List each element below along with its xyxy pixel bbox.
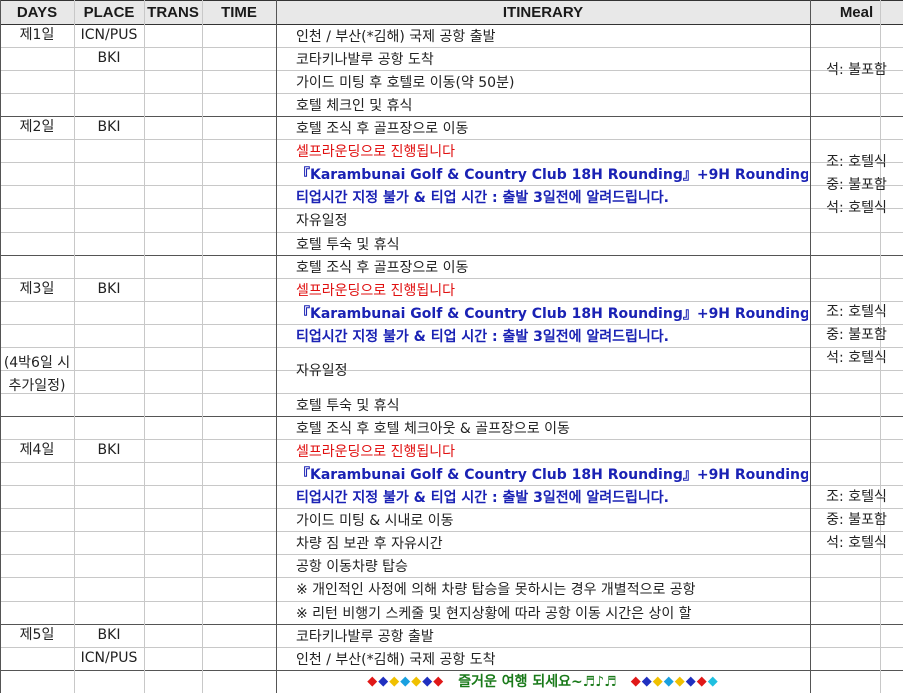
diamond-icon: ◆	[707, 673, 719, 689]
place-code: ICN/PUS	[80, 650, 138, 666]
meal-entry: 조: 호텔식	[826, 304, 887, 320]
itinerary-line: 『Karambunai Golf & Country Club 18H Roun…	[296, 305, 808, 322]
diamond-icon: ◆	[378, 673, 390, 689]
diamond-right-decoration: ◆◆◆◆◆◆◆◆	[631, 674, 719, 689]
meal-entry: 석: 불포함	[826, 61, 887, 78]
place-code: BKI	[97, 442, 121, 458]
header-meal[interactable]: Meal	[810, 0, 903, 24]
diamond-icon: ◆	[663, 673, 675, 689]
diamond-icon: ◆	[422, 673, 434, 689]
itinerary-line: ※ 개인적인 사정에 의해 차량 탑승을 못하시는 경우 개별적으로 공항	[296, 582, 696, 598]
grid-column-line	[144, 0, 145, 693]
itinerary-sheet: DAYS PLACE TRANS TIME ITINERARY Meal 제1일…	[0, 0, 903, 693]
diamond-icon: ◆	[641, 673, 653, 689]
itinerary-line: 코타키나발루 공항 도착	[296, 51, 434, 68]
itinerary-line: 가이드 미팅 후 호텔로 이동(약 50분)	[296, 74, 515, 91]
itinerary-line: 『Karambunai Golf & Country Club 18H Roun…	[296, 466, 808, 483]
diamond-icon: ◆	[411, 673, 423, 689]
itinerary-line: 공항 이동차량 탑승	[296, 558, 408, 575]
diamond-icon: ◆	[367, 673, 379, 689]
grid-column-line	[276, 0, 277, 693]
header-top-border	[0, 0, 903, 1]
meal-entry: 석: 호텔식	[826, 350, 887, 366]
day-label: 제3일	[19, 281, 55, 297]
itinerary-line: 호텔 투숙 및 휴식	[296, 236, 400, 253]
itinerary-line: 호텔 조식 후 골프장으로 이동	[296, 259, 469, 276]
itinerary-line: 차량 짐 보관 후 자유시간	[296, 535, 443, 552]
header-place[interactable]: PLACE	[74, 0, 144, 24]
itinerary-line: 가이드 미팅 & 시내로 이동	[296, 512, 454, 529]
itinerary-line: 티업시간 지정 불가 & 티업 시간 : 출발 3일전에 알려드립니다.	[296, 489, 669, 506]
itinerary-line: ※ 리턴 비행기 스케줄 및 현지상황에 따라 공항 이동 시간은 상이 할	[296, 605, 692, 622]
grid-column-line	[74, 0, 75, 693]
itinerary-line: 자유일정	[296, 363, 348, 379]
itinerary-line: 코타키나발루 공항 출발	[296, 628, 434, 645]
meal-cell: 조: 호텔식중: 불포함석: 호텔식	[810, 116, 903, 255]
day-label: 제2일	[19, 119, 55, 135]
header-itinerary[interactable]: ITINERARY	[276, 0, 810, 24]
header-days[interactable]: DAYS	[0, 0, 74, 24]
meal-entry: 중: 불포함	[826, 511, 887, 528]
diamond-left-decoration: ◆◆◆◆◆◆◆	[367, 674, 444, 689]
diamond-icon: ◆	[685, 673, 697, 689]
day-label: 제5일	[19, 627, 55, 643]
itinerary-line: 인천 / 부산(*김해) 국제 공항 출발	[296, 28, 496, 45]
diamond-icon: ◆	[696, 673, 708, 689]
itinerary-line: 티업시간 지정 불가 & 티업 시간 : 출발 3일전에 알려드립니다.	[296, 328, 669, 345]
meal-cell: 조: 호텔식중: 불포함석: 호텔식	[810, 255, 903, 416]
itinerary-line: 『Karambunai Golf & Country Club 18H Roun…	[296, 166, 808, 183]
footer-message-row: ◆◆◆◆◆◆◆ 즐거운 여행 되세요~♬♪♬ ◆◆◆◆◆◆◆◆	[276, 669, 810, 693]
diamond-icon: ◆	[630, 673, 642, 689]
day-label: 제4일	[19, 442, 55, 458]
itinerary-line: 호텔 조식 후 골프장으로 이동	[296, 120, 469, 137]
meal-entry: 조: 호텔식	[826, 154, 887, 170]
itinerary-line: 셀프라운딩으로 진행됩니다	[296, 282, 456, 299]
meal-entry: 중: 불포함	[826, 177, 887, 193]
day-label: 제1일	[19, 27, 55, 43]
meal-entry: 중: 불포함	[826, 327, 887, 343]
meal-cell: 조: 호텔식중: 불포함석: 호텔식	[810, 416, 903, 624]
grid-column-line	[202, 0, 203, 693]
itinerary-line: 인천 / 부산(*김해) 국제 공항 도착	[296, 651, 496, 668]
footer-greeting: 즐거운 여행 되세요~♬♪♬	[458, 674, 617, 690]
diamond-icon: ◆	[433, 673, 445, 689]
header-trans[interactable]: TRANS	[144, 0, 202, 24]
meal-entry: 조: 호텔식	[826, 488, 887, 505]
itinerary-line: 티업시간 지정 불가 & 티업 시간 : 출발 3일전에 알려드립니다.	[296, 189, 669, 206]
itinerary-line: 호텔 체크인 및 휴식	[296, 97, 413, 114]
meal-cell: 석: 불포함	[810, 24, 903, 116]
itinerary-line: 셀프라운딩으로 진행됩니다	[296, 443, 456, 460]
meal-entry: 석: 호텔식	[826, 534, 887, 551]
diamond-icon: ◆	[389, 673, 401, 689]
itinerary-line: 호텔 조식 후 호텔 체크아웃 & 골프장으로 이동	[296, 420, 570, 437]
itinerary-line: 자유일정	[296, 213, 348, 229]
itinerary-line: 호텔 투숙 및 휴식	[296, 397, 400, 414]
header-time[interactable]: TIME	[202, 0, 276, 24]
place-code: ICN/PUS	[80, 27, 138, 43]
place-code: BKI	[97, 50, 121, 66]
meal-entry: 석: 호텔식	[826, 200, 887, 216]
day-note: (4박6일 시 추가일정)	[3, 355, 71, 394]
itinerary-line: 셀프라운딩으로 진행됩니다	[296, 143, 456, 160]
place-code: BKI	[97, 627, 121, 643]
diamond-icon: ◆	[674, 673, 686, 689]
place-code: BKI	[97, 281, 121, 297]
diamond-icon: ◆	[652, 673, 664, 689]
diamond-icon: ◆	[400, 673, 412, 689]
place-code: BKI	[97, 119, 121, 135]
